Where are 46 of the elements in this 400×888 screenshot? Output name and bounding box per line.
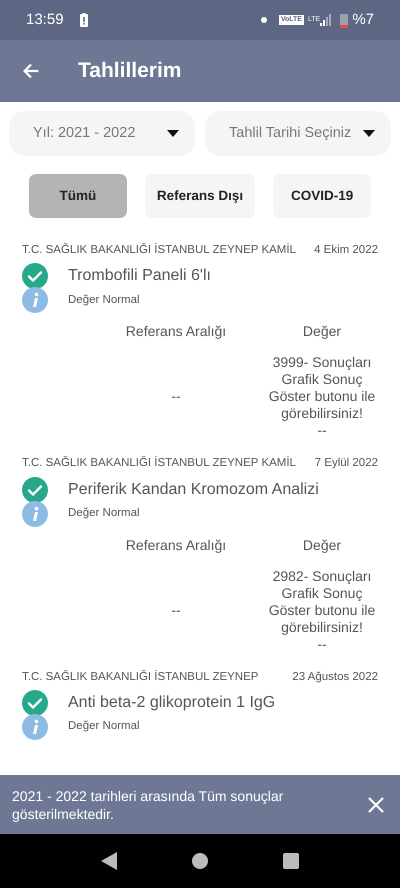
dropdown-caret-icon (363, 130, 375, 137)
clock: 13:59 (26, 10, 64, 30)
battery-level: %7 (352, 10, 374, 30)
institution-name: T.C. SAĞLIK BAKANLIĞI İSTANBUL ZEYNEP (22, 669, 258, 684)
reference-value: -- (171, 600, 181, 620)
close-button[interactable] (368, 796, 384, 812)
dropdown-caret-icon (167, 130, 179, 137)
result-date: 23 Ağustos 2022 (292, 670, 378, 684)
check-icon (22, 476, 48, 502)
notification-dot-icon (260, 17, 267, 23)
dropdown[interactable]: Tahlil Tarihi Seçiniz (205, 111, 391, 156)
info-icon (22, 500, 48, 526)
status-text: Değer Normal (68, 719, 140, 734)
status-text: Değer Normal (68, 292, 140, 308)
result-note: -- (317, 422, 327, 440)
test-title: Anti beta-2 glikoprotein 1 IgG (68, 692, 276, 713)
filter-tab[interactable]: Referans Dışı (144, 174, 256, 218)
battery-icon (340, 12, 348, 28)
column-header: Değer (302, 536, 342, 555)
page-title: Tahlillerim (78, 58, 182, 84)
test-title: Periferik Kandan Kromozom Analizi (68, 480, 319, 500)
institution-name: T.C. SAĞLIK BAKANLIĞI İSTANBUL ZEYNEP KAMİL (22, 455, 296, 472)
column-header: Referans Aralığı (126, 536, 226, 555)
status-text: Değer Normal (68, 506, 140, 521)
reference-value: -- (171, 387, 181, 406)
info-icon (22, 287, 48, 314)
column-header: Değer (302, 322, 342, 342)
battery-alert-icon (80, 13, 88, 27)
result-value: 2982- Sonuçları Grafik Sonuç Göster butonu ile görebilirsiniz! (268, 568, 376, 636)
info-icon (22, 714, 48, 740)
check-icon (22, 263, 48, 290)
result-date: 4 Ekim 2022 (314, 243, 378, 258)
institution-name: T.C. SAĞLIK BAKANLIĞI İSTANBUL ZEYNEP KAMİL (22, 242, 296, 258)
signal-icon (320, 14, 332, 26)
back-nav-button[interactable] (101, 852, 117, 870)
filter-tab[interactable]: Tümü (28, 174, 127, 218)
dropdown[interactable]: Yıl: 2021 - 2022 (9, 111, 195, 156)
check-icon (22, 690, 48, 716)
test-title: Trombofili Paneli 6'lı (68, 266, 211, 286)
home-nav-button[interactable] (192, 853, 208, 869)
column-header: Referans Aralığı (126, 322, 226, 342)
snackbar-message: 2021 - 2022 tarihleri arasında Tüm sonuçlar gösterilmektedir. (12, 786, 284, 822)
filter-tab[interactable]: COVID-19 (273, 174, 372, 218)
result-date: 7 Eylül 2022 (314, 456, 378, 472)
result-value: 3999- Sonuçları Grafik Sonuç Göster butonu ile görebilirsiniz! (268, 354, 376, 422)
result-note: -- (317, 636, 327, 652)
